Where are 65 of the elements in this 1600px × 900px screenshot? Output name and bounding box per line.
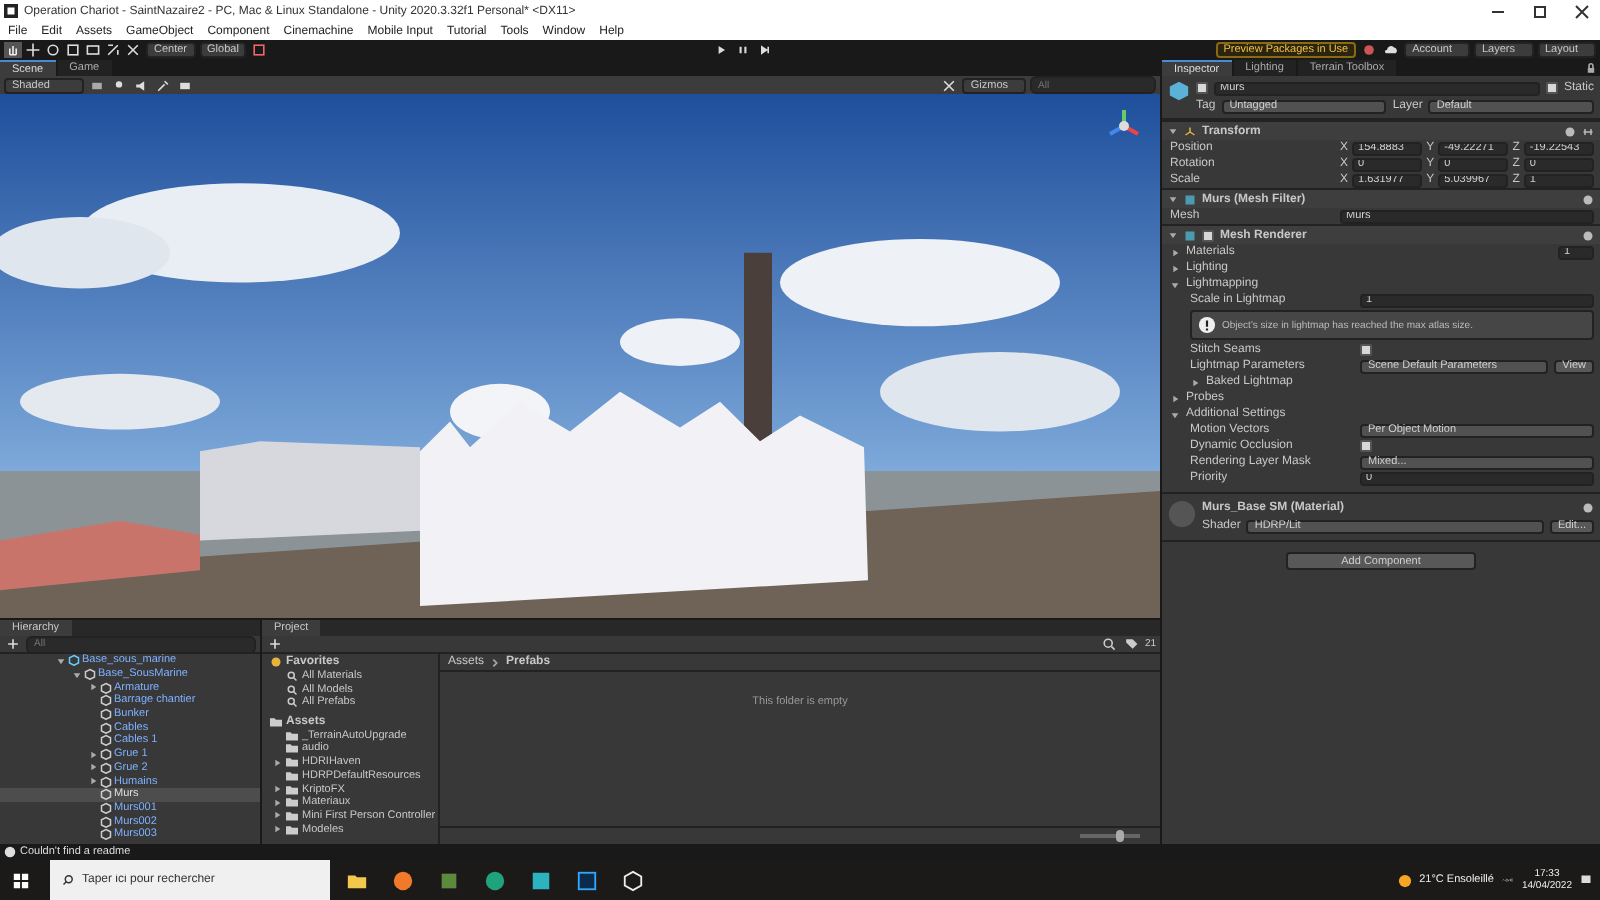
expand-arrow-icon[interactable] [88, 682, 98, 693]
expand-arrow-icon[interactable] [88, 762, 98, 773]
expand-arrow-icon[interactable] [1170, 409, 1180, 419]
material-sphere-icon [1168, 500, 1196, 528]
cloud-icon[interactable] [1382, 42, 1401, 58]
static-checkbox[interactable] [1545, 82, 1558, 94]
help-icon[interactable] [1582, 502, 1594, 514]
hand-icon[interactable] [4, 42, 22, 58]
app-icon[interactable] [530, 869, 552, 891]
expand-arrow-icon[interactable] [56, 655, 66, 666]
expand-arrow-icon[interactable] [272, 757, 282, 768]
enabled-checkbox[interactable] [1202, 229, 1214, 241]
expand-arrow-icon[interactable] [1168, 230, 1178, 240]
expand-arrow-icon[interactable] [1168, 194, 1178, 204]
cube-icon [1168, 80, 1190, 102]
grid-icon [1184, 193, 1196, 205]
light-icon[interactable] [110, 77, 128, 93]
chevron-icon [490, 657, 501, 667]
grid-icon [1184, 229, 1196, 241]
photo-editor-icon[interactable] [576, 869, 598, 891]
expand-arrow-icon[interactable] [1170, 279, 1180, 289]
unity-icon[interactable] [622, 869, 644, 891]
expand-arrow-icon[interactable] [88, 776, 98, 787]
property-checkbox[interactable] [1360, 344, 1372, 356]
custom-tool-icon[interactable] [124, 42, 142, 58]
move-icon[interactable] [24, 42, 42, 58]
transform-icon[interactable] [104, 42, 122, 58]
snap-icon[interactable] [250, 42, 269, 58]
2d-toggle-icon[interactable] [88, 77, 106, 93]
help-icon[interactable] [1582, 229, 1594, 241]
warning-icon [1198, 316, 1216, 334]
help-icon[interactable] [1582, 193, 1594, 205]
effects-icon[interactable] [154, 77, 172, 93]
tray-icons-drawing[interactable] [1501, 874, 1514, 886]
rect-tool-icon[interactable] [84, 42, 102, 58]
browser-icon[interactable] [392, 869, 414, 891]
scale-icon[interactable] [64, 42, 82, 58]
help-icon[interactable] [1564, 125, 1576, 137]
tools-icon[interactable] [940, 77, 959, 93]
property-checkbox[interactable] [1360, 440, 1372, 452]
camera-icon[interactable] [176, 77, 194, 93]
transform-axes-icon [1184, 125, 1196, 137]
add-icon[interactable] [266, 636, 284, 652]
expand-arrow-icon[interactable] [1168, 126, 1178, 136]
search-icon[interactable] [1100, 636, 1119, 652]
globe-icon[interactable] [484, 869, 506, 891]
windows-start-icon[interactable] [12, 871, 30, 889]
info-icon [4, 846, 16, 858]
expand-arrow-icon[interactable] [88, 749, 98, 760]
expand-arrow-icon[interactable] [1170, 393, 1180, 403]
notification-icon[interactable] [1580, 874, 1592, 886]
expand-arrow-icon[interactable] [1190, 377, 1200, 387]
rotate-icon[interactable] [44, 42, 62, 58]
step-icon[interactable] [755, 42, 774, 58]
expand-arrow-icon[interactable] [1170, 247, 1180, 257]
active-checkbox[interactable] [1196, 82, 1208, 94]
expand-arrow-icon[interactable] [1170, 263, 1180, 273]
block-game-icon[interactable] [438, 869, 460, 891]
expand-arrow-icon[interactable] [72, 669, 82, 680]
zoom-slider-thumb[interactable] [1116, 830, 1125, 842]
add-icon[interactable] [4, 636, 22, 652]
sun-icon [1397, 873, 1412, 887]
search-icon [62, 874, 74, 886]
lock-icon[interactable] [1582, 60, 1600, 76]
collab-icon[interactable] [1360, 42, 1379, 58]
